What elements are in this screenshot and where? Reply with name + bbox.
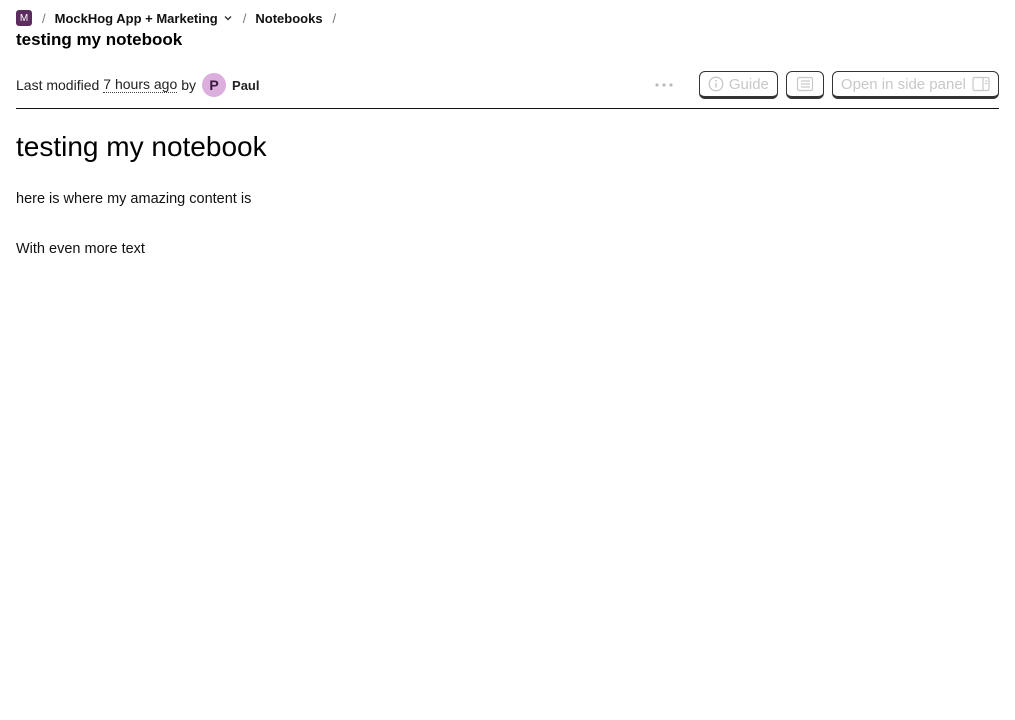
user-name[interactable]: Paul: [232, 78, 259, 93]
breadcrumb-separator: /: [42, 10, 46, 26]
open-side-panel-button[interactable]: Open in side panel: [831, 71, 999, 99]
table-of-contents-button[interactable]: [785, 71, 824, 99]
notebook-paragraph[interactable]: here is where my amazing content is: [16, 190, 999, 208]
breadcrumb: M / MockHog App + Marketing / Notebooks …: [16, 9, 345, 27]
guide-button-label: Guide: [728, 75, 769, 93]
more-options-button[interactable]: [651, 72, 677, 98]
notebook-paragraph[interactable]: With even more text: [16, 240, 999, 258]
by-label: by: [181, 77, 197, 93]
last-modified-label: Last modified: [16, 77, 100, 93]
open-side-panel-label: Open in side panel: [840, 75, 966, 93]
ellipsis-icon: [655, 83, 673, 87]
breadcrumb-project[interactable]: MockHog App + Marketing: [55, 11, 233, 26]
breadcrumb-notebooks[interactable]: Notebooks: [255, 11, 322, 26]
breadcrumb-notebooks-label: Notebooks: [255, 10, 323, 26]
breadcrumb-separator: /: [332, 10, 337, 26]
side-panel-icon: [972, 76, 990, 92]
avatar[interactable]: P: [202, 73, 227, 97]
list-icon: [796, 76, 814, 92]
toolbar: Guide Open in side panel: [651, 71, 999, 99]
header-divider: [16, 108, 999, 109]
notebook-page: M / MockHog App + Marketing / Notebooks …: [0, 0, 1015, 720]
page-title[interactable]: testing my notebook: [16, 29, 182, 51]
guide-button[interactable]: Guide: [698, 71, 778, 99]
notebook-heading[interactable]: testing my notebook: [16, 126, 999, 168]
project-avatar[interactable]: M: [16, 10, 32, 26]
notebook-editor[interactable]: testing my notebook here is where my ama…: [16, 126, 999, 290]
info-icon: [708, 76, 724, 92]
breadcrumb-separator: /: [242, 10, 247, 26]
chevron-down-icon: [223, 13, 233, 23]
breadcrumb-project-label: MockHog App + Marketing: [54, 10, 218, 26]
last-modified-time[interactable]: 7 hours ago: [103, 77, 178, 93]
last-modified-info: Last modified 7 hours ago by P Paul: [16, 73, 260, 97]
meta-row: Last modified 7 hours ago by P Paul Guid…: [16, 68, 999, 102]
